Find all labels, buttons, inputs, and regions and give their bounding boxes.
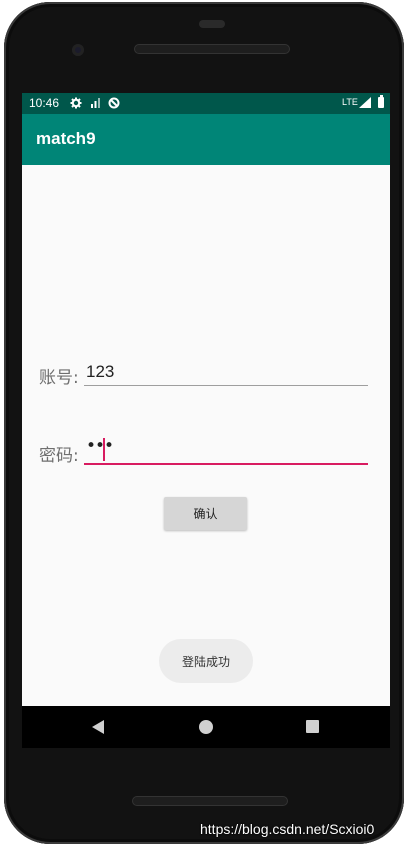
top-speaker-grille (134, 44, 290, 54)
device-screen: 10:46 LTE match9 账号: 123 密码: ••• 确认 登陆成功 (22, 93, 390, 706)
sync-icon (108, 97, 120, 112)
front-camera (72, 44, 84, 56)
confirm-button[interactable]: 确认 (164, 497, 247, 530)
status-bar: 10:46 LTE (22, 93, 390, 114)
recents-icon[interactable] (306, 720, 319, 733)
signal-small-icon (90, 97, 102, 112)
password-input[interactable]: ••• (84, 436, 368, 465)
toast-message: 登陆成功 (159, 639, 253, 683)
back-icon[interactable] (92, 720, 104, 734)
watermark: https://blog.csdn.net/Scxioi0 (200, 821, 375, 837)
status-time: 10:46 (29, 96, 60, 110)
app-bar: match9 (22, 114, 390, 165)
home-icon[interactable] (199, 720, 213, 734)
lte-signal-icon (359, 97, 371, 111)
account-label: 账号: (39, 368, 79, 388)
earpiece-slot (199, 20, 225, 28)
network-type: LTE (342, 97, 358, 107)
password-mask: ••• (86, 436, 114, 456)
navigation-bar (22, 706, 390, 748)
app-title: match9 (36, 129, 96, 148)
bottom-speaker-grille (132, 796, 288, 806)
text-cursor (103, 438, 105, 461)
gear-icon (70, 97, 82, 112)
account-input[interactable]: 123 (84, 361, 368, 386)
password-label: 密码: (39, 446, 79, 466)
battery-icon (378, 95, 384, 108)
account-input-value: 123 (86, 362, 115, 381)
